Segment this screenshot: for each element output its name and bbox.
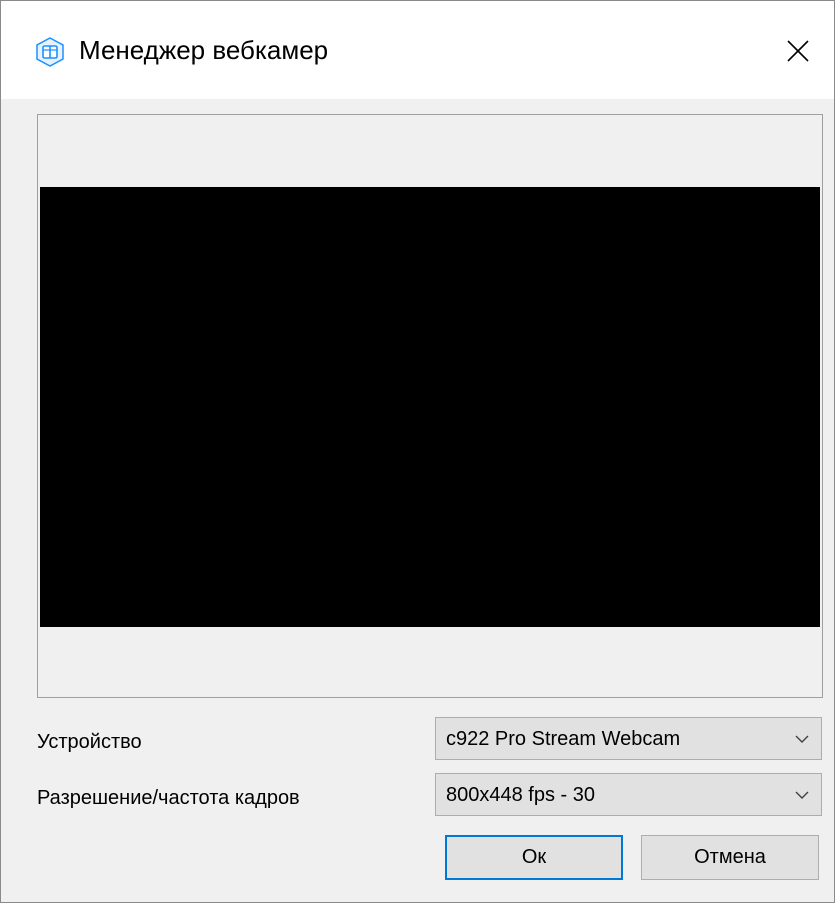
device-label: Устройство xyxy=(37,731,142,753)
close-icon xyxy=(787,40,809,62)
device-select-value: c922 Pro Stream Webcam xyxy=(446,728,681,750)
camera-preview-video xyxy=(40,187,820,627)
window-title: Менеджер вебкамер xyxy=(79,35,329,65)
resolution-label: Разрешение/частота кадров xyxy=(37,787,300,809)
camera-preview-frame xyxy=(37,114,823,698)
webcam-manager-icon xyxy=(35,37,65,67)
chevron-down-icon xyxy=(795,735,809,743)
chevron-down-icon xyxy=(795,791,809,799)
resolution-select-value: 800x448 fps - 30 xyxy=(446,784,595,806)
device-select[interactable]: c922 Pro Stream Webcam xyxy=(435,717,822,760)
title-bar[interactable]: Менеджер вебкамер xyxy=(1,1,834,99)
ok-button[interactable]: Ок xyxy=(445,835,623,880)
cancel-button[interactable]: Отмена xyxy=(641,835,819,880)
webcam-manager-dialog: Менеджер вебкамер Устройство c922 Pro St… xyxy=(0,0,835,903)
resolution-select[interactable]: 800x448 fps - 30 xyxy=(435,773,822,816)
close-button[interactable] xyxy=(776,29,820,73)
